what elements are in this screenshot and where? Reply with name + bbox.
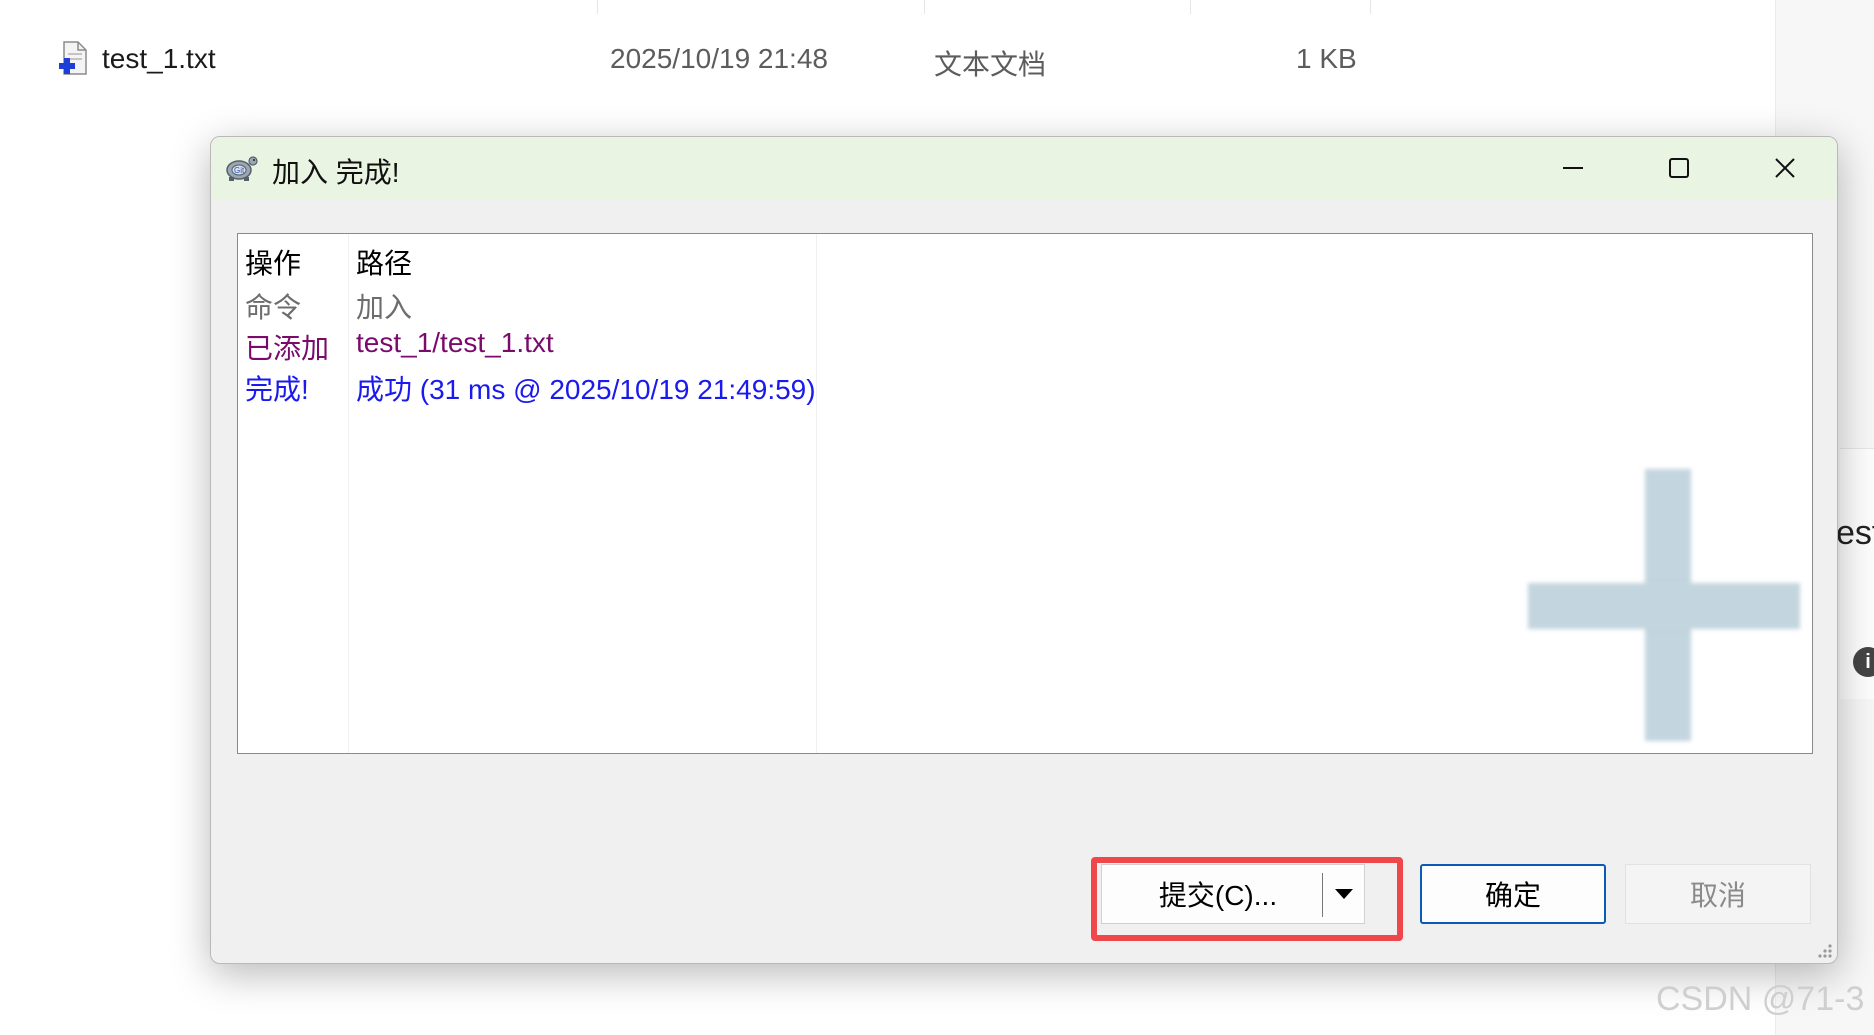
file-row[interactable]: test_1.txt 2025/10/19 21:48 文本文档 1 KB (0, 36, 1780, 80)
header-path[interactable]: 路径 (356, 242, 412, 282)
log-row-path: 成功 (31 ms @ 2025/10/19 21:49:59) (356, 374, 816, 405)
header-action[interactable]: 操作 (245, 242, 301, 282)
log-row-action: 命令 (245, 292, 302, 323)
operation-log-list[interactable]: 操作 路径 命令 加入 已添加 test_1/test_1.txt 完成! 成功… (237, 233, 1813, 754)
maximize-icon (1669, 158, 1689, 178)
log-row-path: test_1/test_1.txt (356, 327, 554, 358)
details-title-fragment: est (1836, 514, 1874, 552)
commit-split-button[interactable]: 提交(C)... (1101, 864, 1365, 924)
file-size: 1 KB (1296, 43, 1357, 74)
minimize-icon (1563, 167, 1583, 169)
title-bar[interactable]: Git 加入 完成! (211, 137, 1837, 199)
file-type: 文本文档 (934, 49, 1047, 80)
close-button[interactable] (1733, 137, 1837, 199)
commit-dropdown-button[interactable] (1323, 865, 1365, 923)
column-divider[interactable] (924, 0, 925, 14)
chevron-down-icon (1335, 889, 1353, 899)
add-watermark-icon (1528, 583, 1800, 629)
column-divider[interactable] (597, 0, 598, 14)
log-row-action: 已添加 (245, 333, 330, 364)
cancel-button[interactable]: 取消 (1625, 864, 1811, 924)
added-file-icon (59, 41, 87, 75)
svg-text:Git: Git (234, 166, 245, 175)
column-divider[interactable] (1370, 0, 1371, 14)
ok-button[interactable]: 确定 (1420, 864, 1606, 924)
minimize-button[interactable] (1521, 137, 1625, 199)
dialog-title: 加入 完成! (272, 157, 400, 188)
watermark-text: CSDN @71-3 (1656, 980, 1865, 1018)
file-name: test_1.txt (102, 43, 216, 74)
column-divider[interactable] (1190, 0, 1191, 14)
maximize-button[interactable] (1627, 137, 1731, 199)
column-divider[interactable] (816, 234, 817, 753)
log-row-action: 完成! (245, 374, 309, 405)
tortoisegit-icon: Git (226, 156, 258, 181)
file-modified-date: 2025/10/19 21:48 (610, 43, 828, 74)
close-icon (1775, 158, 1795, 178)
column-divider[interactable] (348, 234, 349, 753)
add-finished-dialog: Git 加入 完成! 操作 路径 命令 加入 已添加 test_1/test_1… (210, 136, 1838, 964)
resize-grip-icon[interactable] (1815, 941, 1833, 959)
log-row-path: 加入 (356, 292, 413, 323)
